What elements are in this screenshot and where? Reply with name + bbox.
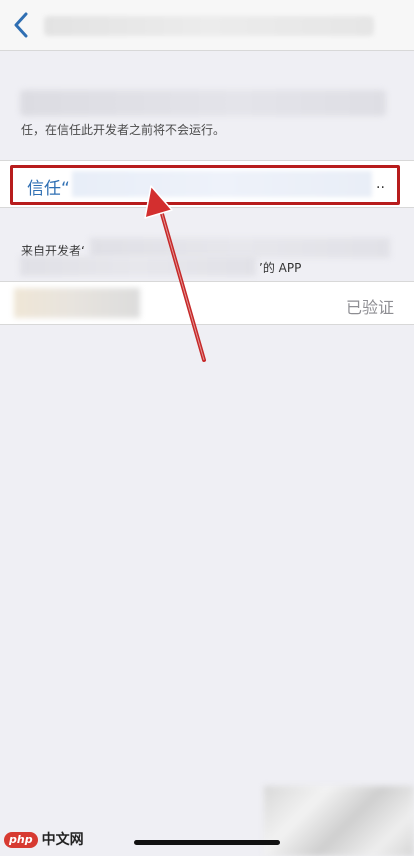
site-watermark: php 中文网 xyxy=(4,832,84,848)
app-name-redacted xyxy=(14,288,140,318)
corner-redacted xyxy=(264,786,414,856)
trust-button-highlight[interactable] xyxy=(10,165,400,205)
developer-name-redacted xyxy=(90,238,390,258)
app-verified-status: 已验证 xyxy=(345,298,394,317)
description-redacted xyxy=(20,90,386,116)
watermark-text: 中文网 xyxy=(41,832,84,848)
developer-name-redacted-2 xyxy=(20,256,256,276)
description-text: 任，在信任此开发者之前将不会运行。 xyxy=(21,123,226,137)
nav-title-redacted xyxy=(44,16,374,36)
navigation-bar xyxy=(0,0,414,51)
back-button[interactable] xyxy=(6,8,36,42)
trust-developer-screen: 任，在信任此开发者之前将不会运行。 信任“ .. 来自开发者‘ ’的 APP 已… xyxy=(0,0,414,856)
watermark-badge: php xyxy=(4,832,38,848)
developer-section-suffix: ’的 APP xyxy=(259,261,302,275)
home-indicator[interactable] xyxy=(134,840,280,845)
chevron-left-icon xyxy=(14,12,28,38)
